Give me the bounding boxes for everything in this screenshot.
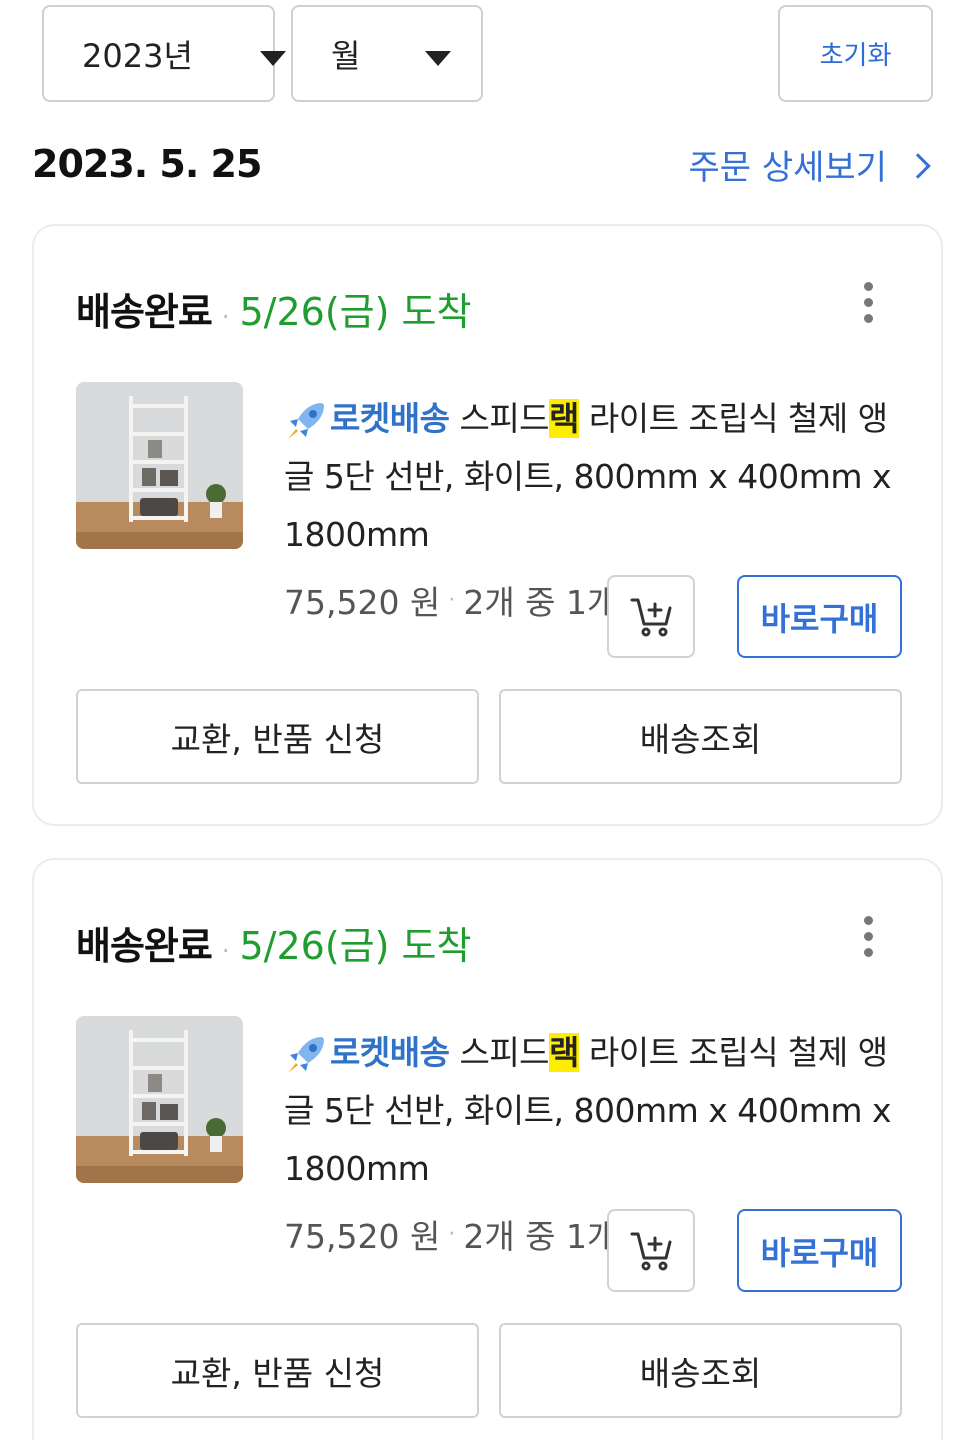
buy-now-button[interactable]: 바로구매 bbox=[737, 575, 902, 658]
more-options-icon[interactable] bbox=[861, 282, 875, 324]
month-select[interactable]: 월 bbox=[291, 5, 483, 102]
add-to-cart-button[interactable] bbox=[607, 575, 695, 658]
separator-dot: · bbox=[221, 303, 230, 331]
caret-down-icon bbox=[425, 51, 451, 66]
price-row: 75,520 원 · 2개 중 1개 bbox=[284, 576, 617, 624]
reset-button-label: 초기화 bbox=[819, 41, 892, 71]
year-select-label: 2023년 bbox=[82, 36, 193, 75]
cart-plus-icon bbox=[630, 598, 672, 636]
product-quantity: 2개 중 1개 bbox=[463, 583, 618, 622]
title-highlight: 랙 bbox=[549, 399, 579, 438]
rocket-delivery-badge: 로켓배송 bbox=[330, 1033, 450, 1072]
cart-plus-icon bbox=[630, 1232, 672, 1270]
rocket-icon bbox=[288, 1036, 324, 1073]
exchange-return-button[interactable]: 교환, 반품 신청 bbox=[76, 689, 479, 784]
price-row: 75,520 원 · 2개 중 1개 bbox=[284, 1210, 617, 1258]
delivery-status: 배송완료 · 5/26(금) 도착 bbox=[76, 281, 471, 336]
order-detail-link-label: 주문 상세보기 bbox=[688, 148, 888, 188]
title-highlight: 랙 bbox=[549, 1033, 579, 1072]
product-thumbnail[interactable] bbox=[76, 1016, 243, 1183]
track-delivery-button[interactable]: 배송조회 bbox=[499, 689, 902, 784]
order-date: 2023. 5. 25 bbox=[32, 142, 262, 186]
year-select[interactable]: 2023년 bbox=[42, 5, 286, 102]
title-part: 스피드 bbox=[459, 399, 550, 438]
product-price: 75,520 원 bbox=[284, 583, 441, 622]
add-to-cart-button[interactable] bbox=[607, 1209, 695, 1292]
delivery-status: 배송완료 · 5/26(금) 도착 bbox=[76, 915, 471, 970]
caret-down-icon bbox=[260, 51, 286, 66]
reset-button[interactable]: 초기화 bbox=[778, 5, 933, 102]
product-price: 75,520 원 bbox=[284, 1217, 441, 1256]
separator-dot: · bbox=[448, 587, 456, 613]
rocket-delivery-badge: 로켓배송 bbox=[330, 399, 450, 438]
arrival-date: 5/26(금) 도착 bbox=[239, 290, 472, 334]
separator-dot: · bbox=[221, 937, 230, 965]
arrival-date: 5/26(금) 도착 bbox=[239, 924, 472, 968]
product-thumbnail[interactable] bbox=[76, 382, 243, 549]
month-select-label: 월 bbox=[331, 36, 361, 75]
product-title[interactable]: 로켓배송 스피드랙 라이트 조립식 철제 앵글 5단 선반, 화이트, 800m… bbox=[284, 1024, 904, 1198]
exchange-return-button[interactable]: 교환, 반품 신청 bbox=[76, 1323, 479, 1418]
chevron-right-icon bbox=[905, 152, 931, 179]
more-options-icon[interactable] bbox=[861, 916, 875, 958]
separator-dot: · bbox=[448, 1221, 456, 1247]
order-detail-link[interactable]: 주문 상세보기 bbox=[688, 140, 931, 189]
buy-now-button[interactable]: 바로구매 bbox=[737, 1209, 902, 1292]
status-label: 배송완료 bbox=[76, 924, 213, 968]
track-delivery-button[interactable]: 배송조회 bbox=[499, 1323, 902, 1418]
order-item-card: 배송완료 · 5/26(금) 도착 로켓배송 스피드랙 라이트 조립식 철제 앵… bbox=[32, 224, 943, 826]
rocket-icon bbox=[288, 402, 324, 439]
order-item-card: 배송완료 · 5/26(금) 도착 로켓배송 스피드랙 라이트 조립식 철제 앵… bbox=[32, 858, 943, 1440]
product-title[interactable]: 로켓배송 스피드랙 라이트 조립식 철제 앵글 5단 선반, 화이트, 800m… bbox=[284, 390, 904, 564]
product-quantity: 2개 중 1개 bbox=[463, 1217, 618, 1256]
status-label: 배송완료 bbox=[76, 290, 213, 334]
title-part: 스피드 bbox=[459, 1033, 550, 1072]
